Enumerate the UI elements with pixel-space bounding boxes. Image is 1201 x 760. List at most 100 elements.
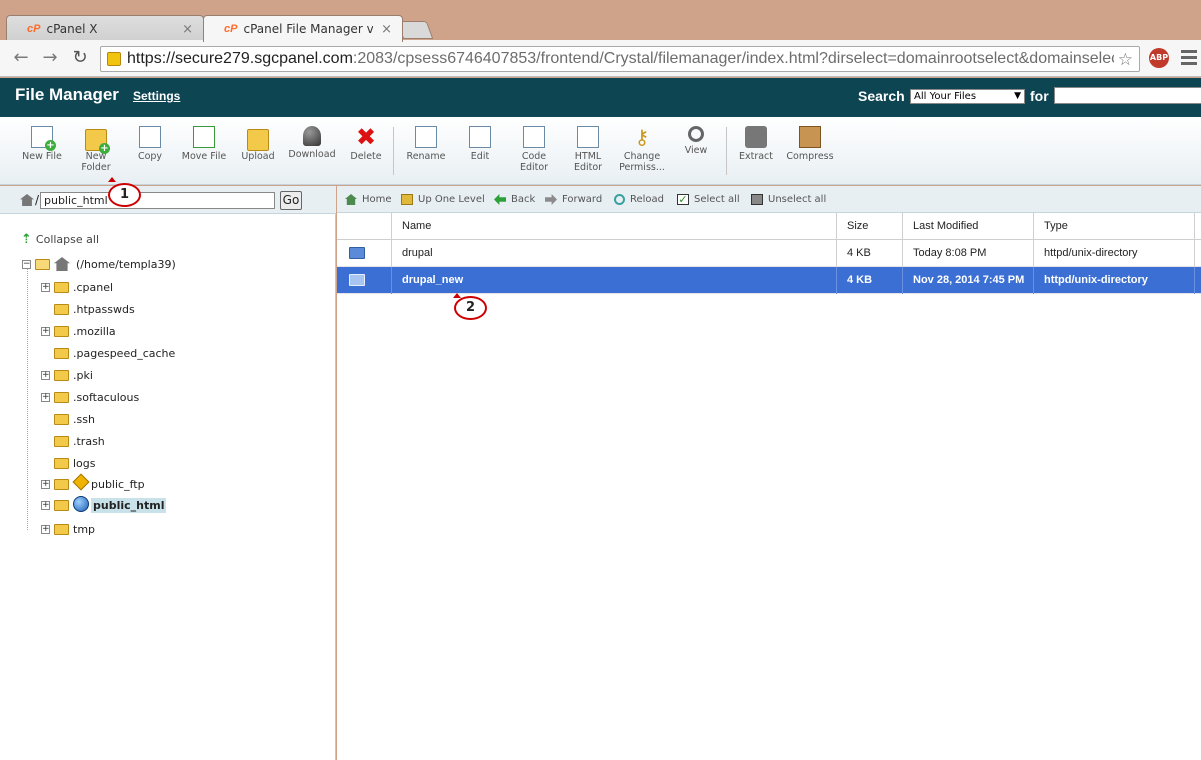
- tree-item-ssh[interactable]: .ssh: [41, 410, 95, 428]
- forward-arrow-icon[interactable]: →: [40, 48, 60, 68]
- tree-item-label: logs: [73, 456, 96, 470]
- row-name[interactable]: drupal: [392, 240, 837, 267]
- forward-button[interactable]: Forward: [545, 194, 602, 205]
- cpanel-favicon-icon: cP: [224, 23, 238, 35]
- rename-label: Rename: [406, 151, 446, 162]
- adblock-icon[interactable]: ABP: [1149, 48, 1169, 68]
- tree-root[interactable]: − (/home/templa39): [22, 255, 176, 273]
- home-button[interactable]: Home: [345, 194, 392, 205]
- checkbox-checked-icon: ✓: [677, 193, 689, 206]
- navigation-toolbar: Home Up One Level Back Forward Reload ✓ S…: [337, 186, 1201, 213]
- extract-icon: [745, 126, 767, 148]
- tree-item-public-ftp[interactable]: + public_ftp: [41, 473, 145, 493]
- expand-icon[interactable]: +: [41, 524, 50, 534]
- rename-icon: [415, 126, 437, 148]
- collapse-all-link[interactable]: ⇡ Collapse all: [21, 232, 99, 247]
- tree-item-tmp[interactable]: + tmp: [41, 520, 95, 538]
- tree-item-trash[interactable]: .trash: [41, 432, 105, 450]
- address-bar[interactable]: https://secure279.sgcpanel.com:2083/cpse…: [100, 46, 1140, 72]
- tree-item-pagespeed-cache[interactable]: .pagespeed_cache: [41, 344, 175, 362]
- back-arrow-icon: [494, 194, 506, 205]
- go-button[interactable]: Go: [280, 191, 302, 210]
- folder-icon: [54, 303, 69, 315]
- new-folder-button[interactable]: + New Folder: [68, 126, 124, 173]
- upload-button[interactable]: Upload: [230, 126, 286, 162]
- compress-button[interactable]: Compress: [782, 126, 838, 162]
- table-row[interactable]: drupal 4 KB Today 8:08 PM httpd/unix-dir…: [337, 240, 1201, 267]
- close-icon[interactable]: ×: [381, 22, 392, 37]
- expand-icon[interactable]: +: [41, 392, 50, 402]
- tree-item-cpanel[interactable]: + .cpanel: [41, 278, 113, 296]
- tree-item-label: .mozilla: [73, 324, 116, 338]
- rename-button[interactable]: Rename: [398, 126, 454, 162]
- expand-icon[interactable]: +: [41, 370, 50, 380]
- path-input[interactable]: public_html: [40, 192, 275, 209]
- search-input[interactable]: [1054, 87, 1201, 104]
- expand-icon[interactable]: +: [41, 479, 50, 489]
- select-all-button[interactable]: ✓ Select all: [677, 194, 740, 205]
- home-icon[interactable]: [20, 194, 34, 206]
- up-one-level-button[interactable]: Up One Level: [401, 194, 485, 205]
- tree-item-softaculous[interactable]: + .softaculous: [41, 388, 139, 406]
- menu-icon[interactable]: [1181, 50, 1199, 68]
- change-permissions-button[interactable]: ⚷ Change Permiss...: [614, 126, 670, 173]
- tree-item-pki[interactable]: + .pki: [41, 366, 93, 384]
- tree-item-label: .pki: [73, 368, 93, 382]
- download-button[interactable]: Download: [284, 126, 340, 160]
- view-button[interactable]: View: [668, 126, 724, 156]
- row-last-modified: Today 8:08 PM: [903, 240, 1034, 267]
- reload-label: Reload: [630, 194, 665, 205]
- settings-link[interactable]: Settings: [133, 89, 180, 103]
- html-editor-button[interactable]: HTML Editor: [560, 126, 616, 173]
- table-row[interactable]: drupal_new 4 KB Nov 28, 2014 7:45 PM htt…: [337, 267, 1201, 294]
- copy-button[interactable]: Copy: [122, 126, 178, 162]
- tree-item-mozilla[interactable]: + .mozilla: [41, 322, 116, 340]
- reload-icon[interactable]: ↻: [70, 48, 90, 68]
- close-icon[interactable]: ×: [182, 22, 193, 37]
- search-for-label: for: [1030, 88, 1049, 104]
- header-last-modified[interactable]: Last Modified: [903, 213, 1034, 240]
- header-type[interactable]: Type: [1034, 213, 1195, 240]
- header-icon-col: [337, 213, 392, 240]
- search-scope-select[interactable]: All Your Files ▼: [910, 89, 1025, 104]
- row-last-modified: Nov 28, 2014 7:45 PM: [903, 267, 1034, 294]
- change-permissions-label-2: Permiss...: [619, 162, 665, 173]
- star-icon[interactable]: ☆: [1113, 50, 1133, 70]
- code-editor-icon: [523, 126, 545, 148]
- header-size[interactable]: Size: [837, 213, 903, 240]
- tab-title: cPanel X: [46, 22, 98, 36]
- new-file-label: New File: [22, 151, 62, 162]
- folder-icon: [54, 369, 69, 381]
- forward-label: Forward: [562, 194, 603, 205]
- delete-button[interactable]: ✖ Delete: [338, 125, 394, 162]
- row-type: httpd/unix-directory: [1034, 267, 1195, 294]
- tree-root-label: (/home/templa39): [76, 257, 176, 271]
- tree-item-logs[interactable]: logs: [41, 454, 96, 472]
- row-name[interactable]: drupal_new: [392, 267, 837, 294]
- path-bar: / public_html Go: [0, 186, 336, 214]
- move-file-button[interactable]: Move File: [176, 126, 232, 162]
- move-file-icon: [193, 126, 215, 148]
- expand-icon[interactable]: +: [41, 326, 50, 336]
- unselect-all-button[interactable]: Unselect all: [751, 194, 826, 205]
- upload-label: Upload: [241, 151, 275, 162]
- tab-file-manager[interactable]: cP cPanel File Manager v3 ×: [203, 15, 403, 42]
- tree-item-public-html[interactable]: + public_html: [41, 495, 167, 514]
- expand-icon[interactable]: +: [41, 282, 50, 292]
- collapse-icon[interactable]: −: [22, 259, 31, 269]
- expand-icon[interactable]: +: [41, 500, 50, 510]
- new-file-button[interactable]: + New File: [14, 126, 70, 162]
- reload-button[interactable]: Reload: [614, 194, 664, 205]
- tree-item-label: .trash: [73, 434, 105, 448]
- extract-button[interactable]: Extract: [728, 126, 784, 162]
- tab-cpanel-x[interactable]: cP cPanel X ×: [6, 15, 204, 42]
- back-button[interactable]: Back: [494, 194, 535, 205]
- header-name[interactable]: Name: [392, 213, 837, 240]
- folder-tree-panel: / public_html Go 1 ⇡ Collapse all − (/ho…: [0, 177, 336, 760]
- edit-button[interactable]: Edit: [452, 126, 508, 162]
- tree-item-htpasswds[interactable]: .htpasswds: [41, 300, 135, 318]
- key-icon: ⚷: [634, 125, 650, 149]
- action-toolbar: + New File + New Folder Copy Move File U…: [0, 117, 1201, 185]
- code-editor-button[interactable]: Code Editor: [506, 126, 562, 173]
- back-arrow-icon[interactable]: ←: [11, 48, 31, 68]
